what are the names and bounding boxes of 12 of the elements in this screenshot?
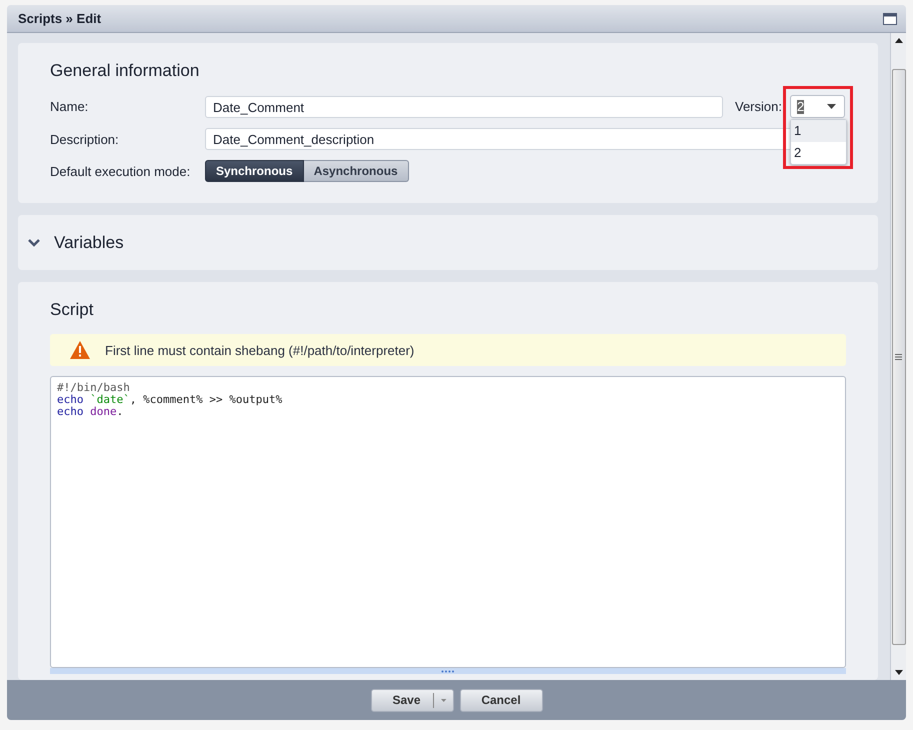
warning-text: First line must contain shebang (#!/path/to/interpreter) (105, 342, 414, 358)
window-title: Scripts » Edit (18, 11, 102, 26)
code-line: #!/bin/bash (57, 382, 131, 394)
field-label: Version: (735, 99, 782, 114)
section-heading: Script (50, 300, 94, 320)
section-heading: Variables (54, 232, 124, 252)
field-label: Name: (50, 99, 90, 114)
code-line: echo done. (57, 406, 124, 418)
code-line: echo `date`, %comment% >> %output% (57, 394, 284, 406)
field-label: Default execution mode: (50, 164, 192, 178)
section-heading: General information (50, 61, 200, 81)
field-label: Description: (50, 132, 120, 146)
